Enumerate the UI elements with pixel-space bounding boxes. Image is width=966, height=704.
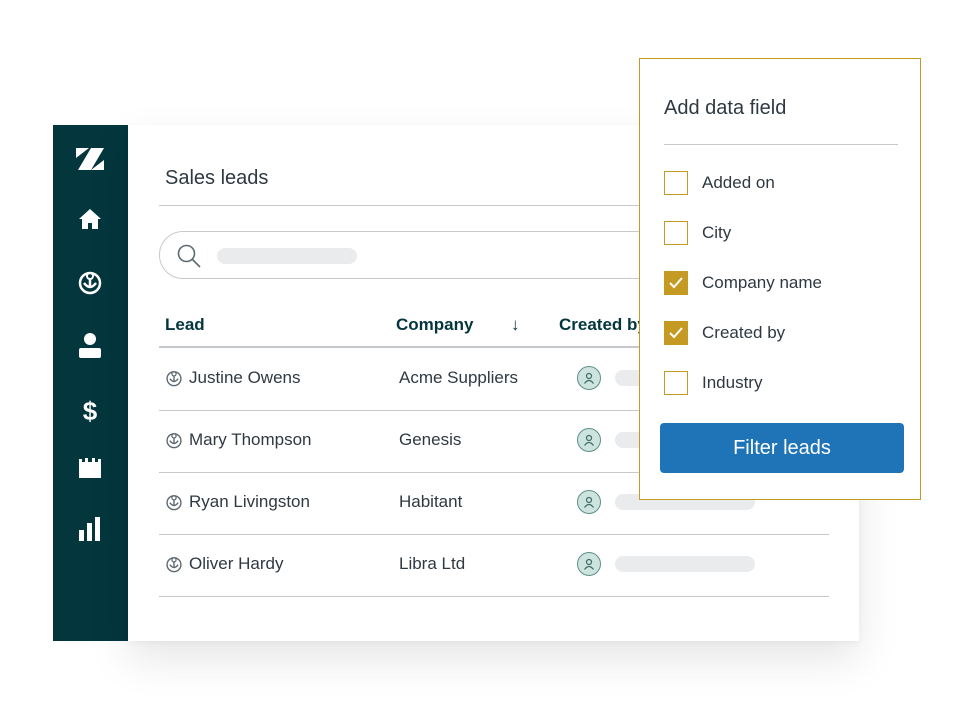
calendar-icon[interactable] <box>76 454 104 482</box>
lead-icon <box>166 495 182 511</box>
lead-icon <box>166 557 182 573</box>
checkbox-city[interactable] <box>664 221 688 245</box>
checkbox-created-by[interactable] <box>664 321 688 345</box>
lead-name[interactable]: Mary Thompson <box>189 430 312 450</box>
company-cell: Habitant <box>399 492 463 511</box>
lead-icon <box>166 433 182 449</box>
lead-name[interactable]: Ryan Livingston <box>189 492 310 512</box>
search-icon <box>176 243 202 274</box>
option-label: Added on <box>702 173 775 192</box>
company-cell: Libra Ltd <box>399 554 466 573</box>
leads-icon[interactable] <box>76 268 104 296</box>
lead-name[interactable]: Oliver Hardy <box>189 554 283 574</box>
avatar <box>577 490 601 514</box>
option-created-by[interactable]: Created by <box>664 320 785 346</box>
created-by-placeholder-bar <box>615 556 755 572</box>
sort-arrow-icon[interactable]: ↓ <box>511 315 520 335</box>
lead-name[interactable]: Justine Owens <box>189 368 301 388</box>
sidebar: $ <box>53 125 128 641</box>
column-header-company[interactable]: Company <box>396 315 473 335</box>
reports-icon[interactable] <box>76 515 104 543</box>
svg-text:$: $ <box>83 397 98 425</box>
lead-cell: Mary Thompson <box>165 430 312 450</box>
lead-cell: Oliver Hardy <box>165 554 283 574</box>
lead-cell: Justine Owens <box>165 368 301 388</box>
user-icon <box>584 558 594 570</box>
filter-leads-button[interactable]: Filter leads <box>660 423 904 473</box>
checkbox-industry[interactable] <box>664 371 688 395</box>
add-data-field-panel: Add data field Added on City Company nam… <box>639 58 921 500</box>
lead-cell: Ryan Livingston <box>165 492 310 512</box>
search-input[interactable] <box>159 231 721 279</box>
deals-icon[interactable]: $ <box>76 397 104 425</box>
user-icon <box>584 496 594 508</box>
avatar <box>577 428 601 452</box>
page-title: Sales leads <box>165 167 269 189</box>
column-header-lead[interactable]: Lead <box>165 315 205 335</box>
option-label: Industry <box>702 373 763 392</box>
option-company-name[interactable]: Company name <box>664 270 822 296</box>
zendesk-logo-icon[interactable] <box>76 145 104 173</box>
company-cell: Acme Suppliers <box>399 368 519 387</box>
option-label: Company name <box>702 273 823 292</box>
user-icon <box>584 434 594 446</box>
option-added-on[interactable]: Added on <box>664 170 775 196</box>
option-city[interactable]: City <box>664 220 731 246</box>
divider <box>664 144 898 145</box>
home-icon[interactable] <box>76 205 104 233</box>
company-cell: Genesis <box>399 430 462 449</box>
avatar <box>577 552 601 576</box>
panel-title: Add data field <box>664 97 787 119</box>
checkmark-icon <box>669 327 683 339</box>
search-placeholder-bar <box>217 248 357 264</box>
avatar <box>577 366 601 390</box>
option-industry[interactable]: Industry <box>664 370 762 396</box>
lead-icon <box>166 371 182 387</box>
checkbox-company-name[interactable] <box>664 271 688 295</box>
contact-icon[interactable] <box>76 331 104 359</box>
option-label: Created by <box>702 323 786 342</box>
checkbox-added-on[interactable] <box>664 171 688 195</box>
checkmark-icon <box>669 277 683 289</box>
option-label: City <box>702 223 732 242</box>
user-icon <box>584 372 594 384</box>
table-row[interactable]: Oliver Hardy Libra Ltd <box>159 534 829 597</box>
column-header-created-by[interactable]: Created by <box>559 315 647 335</box>
